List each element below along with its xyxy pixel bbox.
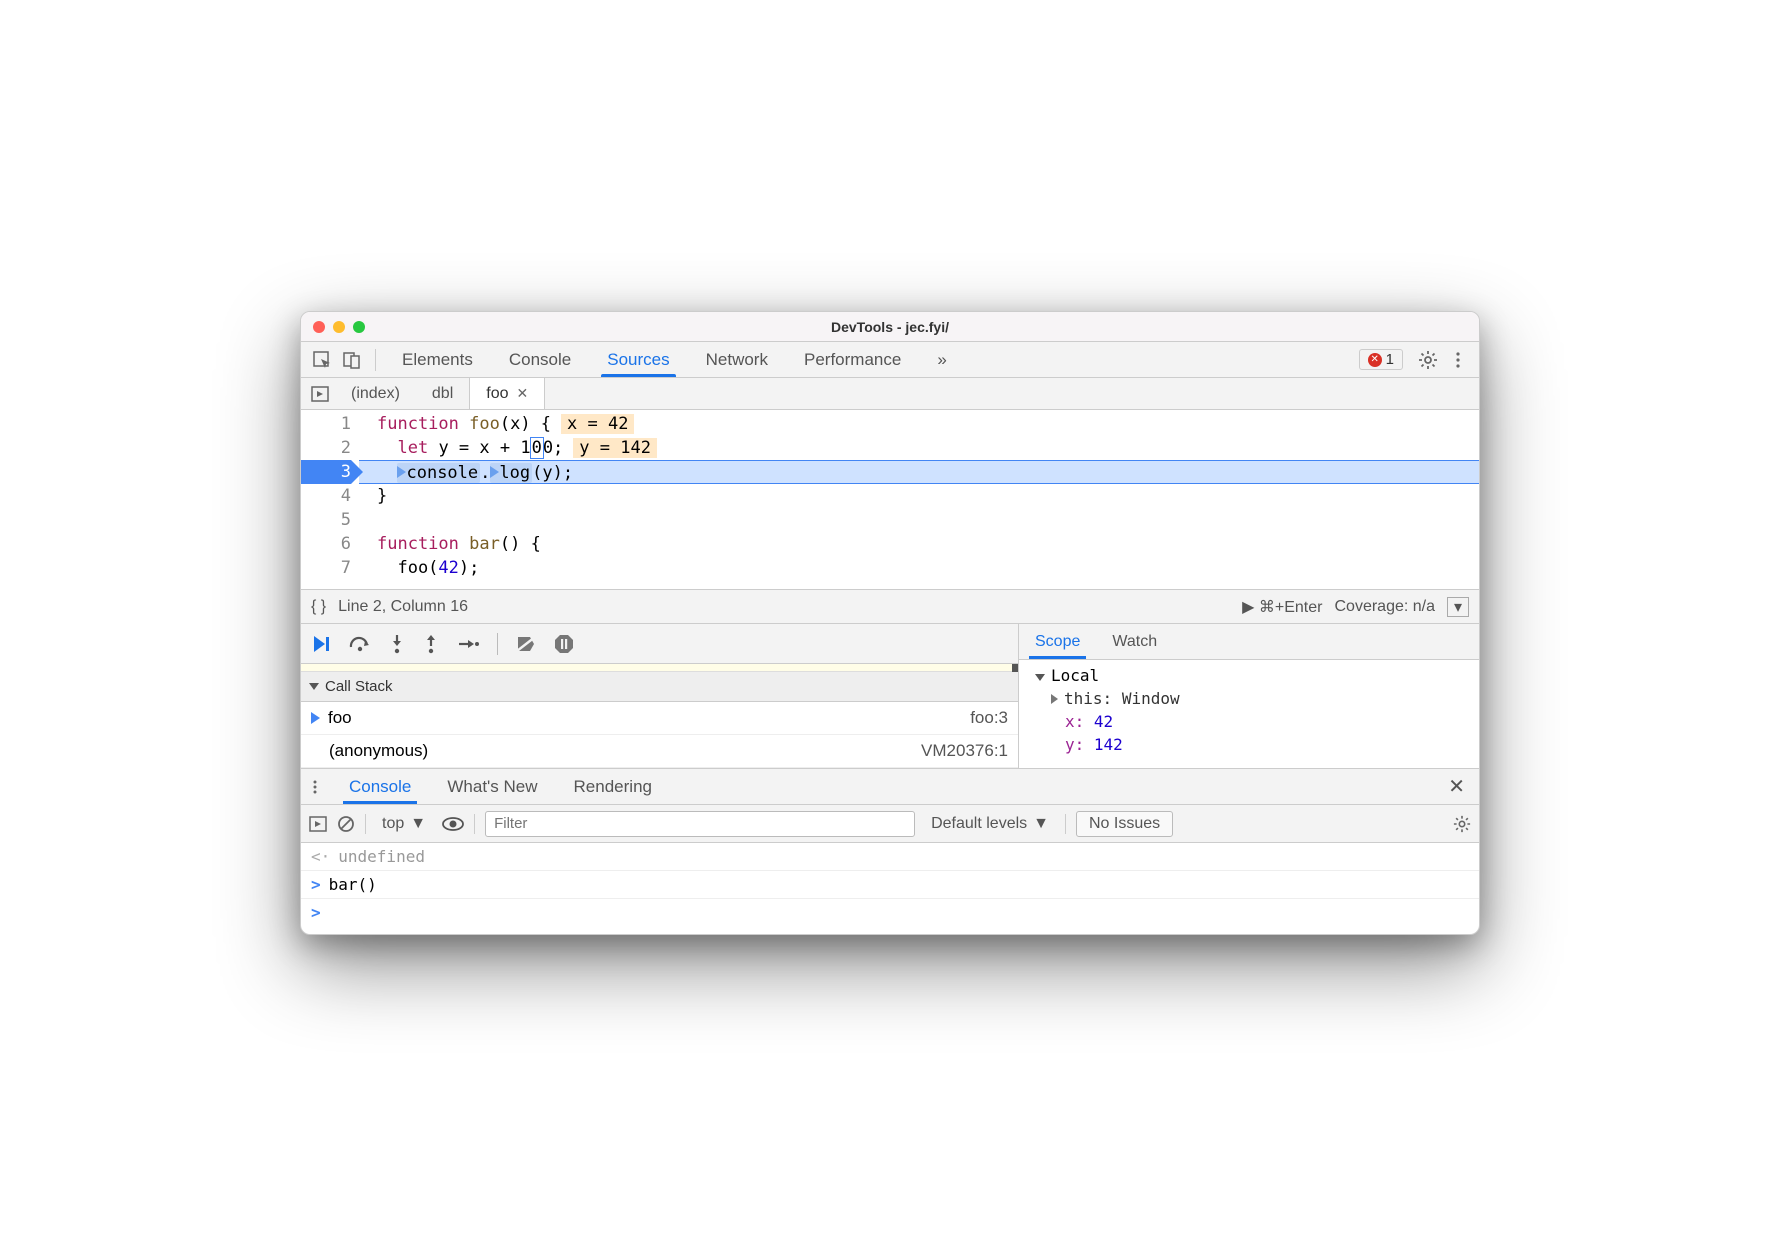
pause-exceptions-icon[interactable] bbox=[554, 634, 574, 654]
coverage-label[interactable]: Coverage: n/a bbox=[1334, 598, 1435, 616]
console-result-row: <· undefined bbox=[301, 843, 1479, 871]
drawer-tabbar: Console What's New Rendering ✕ bbox=[301, 769, 1479, 805]
step-marker-icon bbox=[397, 466, 406, 478]
scope-local-header[interactable]: Local bbox=[1025, 664, 1473, 687]
console-output: <· undefined > bar() > bbox=[301, 843, 1479, 934]
step-icon[interactable] bbox=[457, 636, 479, 652]
result-arrow-icon: <· bbox=[311, 847, 330, 866]
tab-watch[interactable]: Watch bbox=[1096, 625, 1173, 659]
tab-console[interactable]: Console bbox=[493, 342, 587, 377]
scope-watch-tabs: Scope Watch bbox=[1019, 624, 1479, 660]
separator bbox=[1065, 814, 1066, 834]
error-icon: ✕ bbox=[1368, 353, 1382, 367]
issues-button[interactable]: No Issues bbox=[1076, 811, 1173, 837]
debugger-panes: Call Stack foo foo:3 (anonymous) VM20376… bbox=[301, 624, 1479, 769]
scope-this[interactable]: this: Window bbox=[1025, 687, 1473, 710]
tab-scope[interactable]: Scope bbox=[1019, 625, 1096, 659]
step-into-icon[interactable] bbox=[389, 634, 405, 654]
step-over-icon[interactable] bbox=[349, 635, 371, 653]
file-tab-foo[interactable]: foo ✕ bbox=[469, 378, 545, 409]
stack-frame-foo[interactable]: foo foo:3 bbox=[301, 702, 1018, 735]
clear-console-icon[interactable] bbox=[337, 815, 355, 833]
separator bbox=[375, 349, 376, 371]
file-tab-dbl[interactable]: dbl bbox=[416, 378, 469, 409]
deactivate-breakpoints-icon[interactable] bbox=[516, 635, 536, 653]
dropdown-icon[interactable]: ▾ bbox=[1447, 597, 1469, 617]
prompt-icon: > bbox=[311, 875, 321, 894]
console-sidebar-toggle-icon[interactable] bbox=[309, 816, 327, 832]
devtools-window: DevTools - jec.fyi/ Elements Console Sou… bbox=[300, 311, 1480, 935]
prompt-icon: > bbox=[311, 903, 321, 922]
inspect-element-icon[interactable] bbox=[309, 347, 335, 373]
drawer-tab-console[interactable]: Console bbox=[331, 769, 429, 804]
more-menu-icon[interactable] bbox=[1445, 347, 1471, 373]
step-out-icon[interactable] bbox=[423, 634, 439, 654]
cursor-position: Line 2, Column 16 bbox=[338, 598, 468, 616]
chevron-down-icon bbox=[309, 683, 319, 690]
pretty-print-icon[interactable]: { } bbox=[311, 598, 326, 616]
step-marker-icon bbox=[490, 466, 499, 478]
scope-variables: Local this: Window x: 42 y: 142 bbox=[1019, 660, 1479, 768]
console-input-row[interactable]: > bar() bbox=[301, 871, 1479, 899]
error-count-badge[interactable]: ✕ 1 bbox=[1359, 349, 1403, 370]
separator bbox=[365, 814, 366, 834]
drawer-more-icon[interactable] bbox=[307, 779, 331, 795]
chevron-down-icon bbox=[1035, 674, 1045, 681]
scope-var-y[interactable]: y: 142 bbox=[1025, 733, 1473, 756]
navigator-toggle-icon[interactable] bbox=[305, 386, 335, 402]
drawer-tab-rendering[interactable]: Rendering bbox=[556, 769, 670, 804]
tab-performance[interactable]: Performance bbox=[788, 342, 917, 377]
console-filter-input[interactable] bbox=[485, 811, 915, 837]
source-editor[interactable]: 1 2 3 4 5 6 7 function foo(x) {x = 42 le… bbox=[301, 410, 1479, 590]
run-snippet-label[interactable]: ▶ ⌘+Enter bbox=[1242, 597, 1322, 617]
console-prompt-row[interactable]: > bbox=[301, 899, 1479, 926]
console-toolbar: top ▼ Default levels ▼ No Issues bbox=[301, 805, 1479, 843]
main-tabbar: Elements Console Sources Network Perform… bbox=[301, 342, 1479, 378]
error-count: 1 bbox=[1386, 351, 1394, 368]
close-drawer-icon[interactable]: ✕ bbox=[1440, 774, 1473, 799]
code-body[interactable]: function foo(x) {x = 42 let y = x + 100;… bbox=[359, 410, 1479, 589]
debug-toolbar bbox=[301, 624, 1018, 664]
call-stack-header[interactable]: Call Stack bbox=[301, 672, 1018, 702]
tab-sources[interactable]: Sources bbox=[591, 342, 685, 377]
inline-value-y: y = 142 bbox=[573, 438, 657, 458]
scope-var-x[interactable]: x: 42 bbox=[1025, 710, 1473, 733]
separator bbox=[497, 633, 498, 655]
breakpoint-line-3[interactable]: 3 bbox=[301, 460, 351, 484]
inline-value-x: x = 42 bbox=[561, 414, 634, 434]
file-tabbar: (index) dbl foo ✕ bbox=[301, 378, 1479, 410]
drawer-tab-whatsnew[interactable]: What's New bbox=[429, 769, 555, 804]
paused-indicator bbox=[301, 664, 1018, 672]
file-tab-index[interactable]: (index) bbox=[335, 378, 416, 409]
editor-status-bar: { } Line 2, Column 16 ▶ ⌘+Enter Coverage… bbox=[301, 590, 1479, 624]
tab-network[interactable]: Network bbox=[690, 342, 784, 377]
resume-icon[interactable] bbox=[311, 634, 331, 654]
chevron-right-icon bbox=[1051, 694, 1058, 704]
log-levels-selector[interactable]: Default levels ▼ bbox=[925, 815, 1055, 833]
separator bbox=[474, 814, 475, 834]
stack-frame-anonymous[interactable]: (anonymous) VM20376:1 bbox=[301, 735, 1018, 768]
titlebar: DevTools - jec.fyi/ bbox=[301, 312, 1479, 342]
close-icon[interactable]: ✕ bbox=[517, 385, 529, 402]
window-title: DevTools - jec.fyi/ bbox=[301, 319, 1479, 335]
line-gutter[interactable]: 1 2 3 4 5 6 7 bbox=[301, 410, 359, 589]
live-expression-icon[interactable] bbox=[442, 817, 464, 831]
settings-gear-icon[interactable] bbox=[1415, 347, 1441, 373]
console-settings-gear-icon[interactable] bbox=[1453, 815, 1471, 833]
context-selector[interactable]: top ▼ bbox=[376, 815, 432, 833]
current-exec-line: console.log(y); bbox=[359, 460, 1479, 484]
device-toolbar-icon[interactable] bbox=[339, 347, 365, 373]
tab-overflow[interactable]: » bbox=[921, 342, 962, 377]
tab-elements[interactable]: Elements bbox=[386, 342, 489, 377]
